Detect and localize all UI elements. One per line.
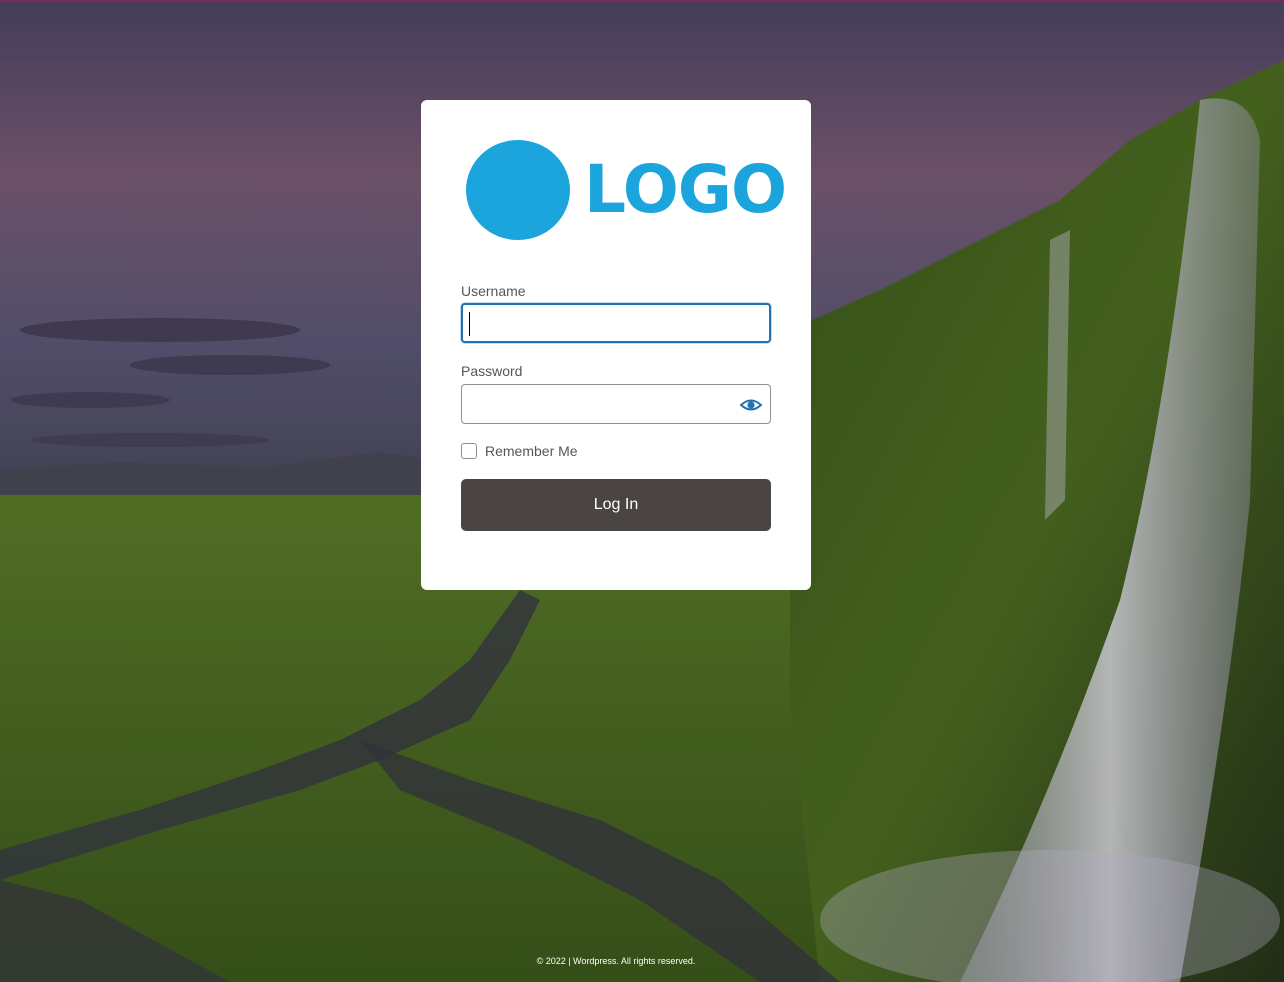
login-card: LOGO Username Password Remember Me Log I… [421,100,811,590]
logo-text: LOGO [584,151,787,228]
remember-me-checkbox[interactable] [461,443,477,459]
login-button[interactable]: Log In [461,479,771,531]
password-input[interactable] [461,384,771,424]
password-label: Password [461,363,523,379]
footer-copyright: © 2022 | Wordpress. All rights reserved. [536,956,696,966]
site-logo[interactable]: LOGO [466,140,787,240]
username-input[interactable] [461,303,771,343]
username-label: Username [461,283,526,299]
remember-me-label[interactable]: Remember Me [485,443,578,459]
eye-icon[interactable] [740,395,762,415]
remember-me-row[interactable]: Remember Me [461,443,578,459]
logo-circle-icon [466,140,570,240]
top-accent-bar [0,0,1284,2]
text-caret [469,312,470,336]
